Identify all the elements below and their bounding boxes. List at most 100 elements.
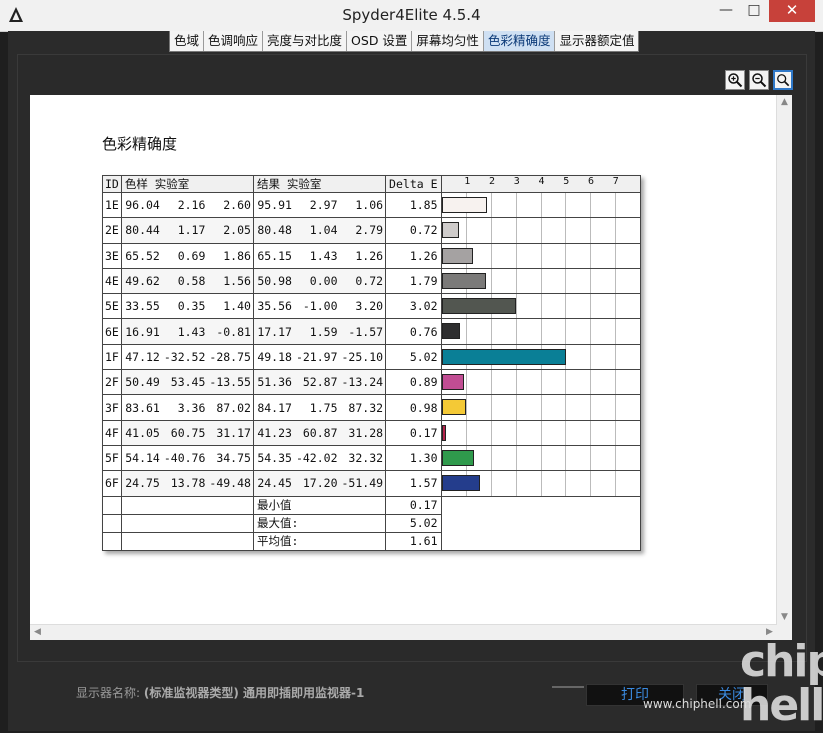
gridline xyxy=(466,218,468,243)
tab-tone-response[interactable]: 色调响应 xyxy=(204,31,264,51)
footer-divider xyxy=(552,686,584,688)
summary-label: 平均值: xyxy=(252,531,387,551)
sample-lab-value: 49.62 xyxy=(120,267,162,295)
tab-monitor-rating[interactable]: 显示器额定值 xyxy=(555,31,639,51)
zoom-controls xyxy=(725,70,793,90)
result-lab-value: 2.79 xyxy=(339,217,387,244)
delta-e-bar xyxy=(441,272,486,289)
gridline xyxy=(491,395,493,420)
bar-cell xyxy=(440,369,641,396)
result-lab-value: -25.10 xyxy=(339,343,387,371)
sample-lab-value: 53.45 xyxy=(161,369,208,396)
scroll-up-arrow-icon[interactable]: ▲ xyxy=(777,95,792,110)
gridline xyxy=(614,193,616,218)
bar-cell xyxy=(440,293,641,320)
row-id: 5F xyxy=(102,444,122,472)
sample-lab-value: -13.55 xyxy=(207,369,254,396)
header-result-lab: 结果 实验室 xyxy=(252,175,387,193)
vertical-scrollbar[interactable]: ▲ ▼ xyxy=(776,95,792,625)
delta-e-bar xyxy=(441,399,466,416)
axis-tick-label: 4 xyxy=(538,176,545,187)
gridline xyxy=(491,319,493,344)
gridline xyxy=(590,370,592,395)
watermark-url: www.chiphell.com xyxy=(643,697,752,711)
table-row: 1E 96.04 2.16 2.60 95.91 2.97 1.06 1.85 xyxy=(102,191,641,219)
monitor-name-label: 显示器名称: (标准监视器类型) 通用即插即用监视器-1 xyxy=(76,684,364,701)
summary-label: 最小值 xyxy=(252,495,387,515)
tab-color-accuracy[interactable]: 色彩精确度 xyxy=(483,31,556,51)
scroll-left-arrow-icon[interactable]: ◀ xyxy=(30,625,45,640)
table-row: 1F 47.12 -32.52 -28.75 49.18 -21.97 -25.10 5.02 xyxy=(102,343,641,371)
result-lab-value: 95.91 xyxy=(252,191,294,219)
gridline xyxy=(466,395,468,420)
sample-lab-value: 0.58 xyxy=(161,267,208,295)
gridline xyxy=(614,268,616,294)
delta-e-value: 1.79 xyxy=(385,267,442,295)
tab-gamut[interactable]: 色域 xyxy=(170,31,205,51)
result-lab-value: 84.17 xyxy=(252,394,294,421)
delta-e-bar xyxy=(441,323,461,340)
zoom-in-button[interactable] xyxy=(725,70,745,90)
sample-lab-value: 33.55 xyxy=(120,293,162,320)
horizontal-scrollbar[interactable]: ◀ ▶ xyxy=(30,624,777,640)
gridline xyxy=(590,243,592,268)
delta-e-value: 1.57 xyxy=(385,470,442,497)
zoom-fit-button[interactable] xyxy=(773,70,793,90)
tab-osd-settings[interactable]: OSD 设置 xyxy=(347,31,413,51)
result-lab-value: 1.26 xyxy=(339,242,387,269)
gridline xyxy=(565,395,567,420)
summary-id-cell xyxy=(102,495,122,515)
gridline xyxy=(540,268,542,294)
axis-tick-label: 3 xyxy=(513,176,520,187)
gridline xyxy=(590,445,592,471)
gridline xyxy=(491,370,493,395)
result-lab-value: 49.18 xyxy=(252,343,294,371)
axis-tick-label: 6 xyxy=(588,176,595,187)
gridline xyxy=(540,395,542,420)
result-lab-value: 32.32 xyxy=(339,444,387,472)
sample-lab-value: 3.36 xyxy=(161,394,208,421)
gridline xyxy=(590,319,592,344)
report-title: 色彩精确度 xyxy=(102,135,178,153)
gridline xyxy=(614,344,616,370)
close-window-button[interactable]: ✕ xyxy=(769,0,815,22)
tab-screen-uniformity[interactable]: 屏幕均匀性 xyxy=(412,31,484,51)
scroll-down-arrow-icon[interactable]: ▼ xyxy=(777,610,792,625)
delta-e-bar xyxy=(441,197,488,213)
result-lab-value: 1.75 xyxy=(293,394,340,421)
sample-lab-value: -32.52 xyxy=(161,343,208,371)
result-lab-value: 17.17 xyxy=(252,318,294,345)
bar-cell xyxy=(440,267,641,295)
row-id: 1E xyxy=(102,191,122,219)
gridline xyxy=(590,344,592,370)
gridline xyxy=(565,294,567,319)
table-header-row: ID 色样 实验室 结果 实验室 Delta E 1 2 3 4 5 6 7 xyxy=(102,175,641,193)
zoom-out-button[interactable] xyxy=(749,70,769,90)
gridline xyxy=(491,268,493,294)
summary-sample-cell xyxy=(120,495,254,515)
delta-e-bar xyxy=(441,449,474,466)
sample-lab-value: 24.75 xyxy=(120,470,162,497)
delta-e-bar xyxy=(441,222,460,239)
minimize-button[interactable]: — xyxy=(712,0,740,22)
result-lab-value: -13.24 xyxy=(339,369,387,396)
result-lab-value: 51.36 xyxy=(252,369,294,396)
tab-brightness-contrast[interactable]: 亮度与对比度 xyxy=(263,31,348,51)
bar-cell xyxy=(440,444,641,472)
maximize-button[interactable]: □ xyxy=(740,0,768,22)
gridline xyxy=(590,268,592,294)
bar-axis: 1 2 3 4 5 6 7 xyxy=(440,175,641,193)
gridline xyxy=(515,193,517,218)
delta-e-value: 5.02 xyxy=(385,343,442,371)
row-id: 1F xyxy=(102,343,122,371)
sample-lab-value: 1.56 xyxy=(207,267,254,295)
summary-label: 最大值: xyxy=(252,513,387,533)
header-sample-lab: 色样 实验室 xyxy=(120,175,254,193)
sample-lab-value: 65.52 xyxy=(120,242,162,269)
gridline xyxy=(565,471,567,496)
magnifier-icon xyxy=(777,74,790,87)
gridline xyxy=(590,294,592,319)
gridline xyxy=(590,471,592,496)
sample-lab-value: 0.35 xyxy=(161,293,208,320)
delta-e-value: 1.26 xyxy=(385,242,442,269)
